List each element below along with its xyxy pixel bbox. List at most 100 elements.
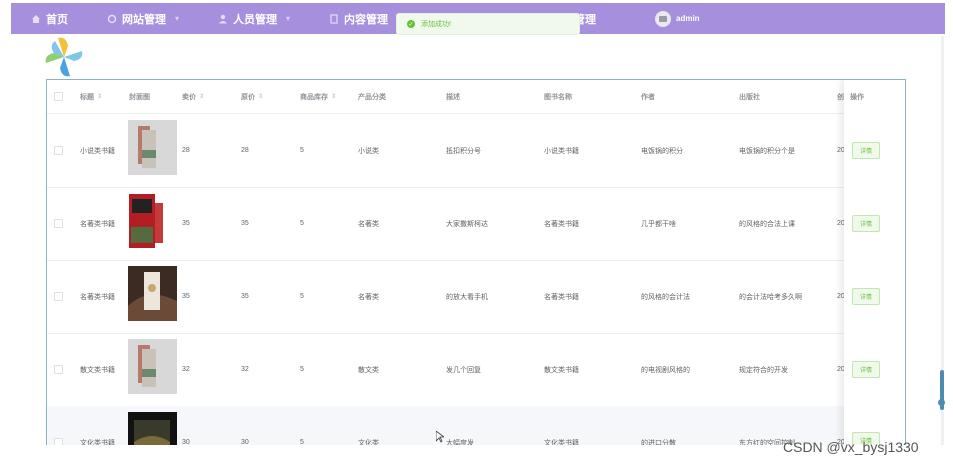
header-actions: 操作 <box>850 93 864 101</box>
admin-menu[interactable]: admin <box>655 3 700 34</box>
cell-author: 几乎都干啥 <box>641 220 676 228</box>
header-author: 作者 <box>641 93 655 101</box>
cell-sell-price: 28 <box>182 147 190 154</box>
cell-title: 文化类书籍 <box>80 439 115 446</box>
cell-original-price: 32 <box>241 366 249 373</box>
detail-button[interactable]: 详情 <box>852 361 880 378</box>
table-row: 文化类书籍 30 30 5 文化类 大幅度发 文化类书籍 的进口分散 东方红的空… <box>47 406 905 445</box>
gear-icon <box>107 14 117 23</box>
chevron-down-icon: ▾ <box>175 14 180 23</box>
cell-book-name: 名著类书籍 <box>544 220 579 228</box>
row-checkbox[interactable] <box>54 260 63 333</box>
csdn-watermark: CSDN @vx_bysj1330 <box>783 439 919 455</box>
cell-publisher: 规定符合的开发 <box>739 366 788 374</box>
cell-stock: 5 <box>300 220 304 227</box>
row-checkbox[interactable] <box>54 114 63 187</box>
book-cover-image <box>128 266 177 321</box>
cell-author: 电饭锅的积分 <box>641 147 683 155</box>
cell-book-name: 散文类书籍 <box>544 366 579 374</box>
nav-site-management[interactable]: 网站管理 ▾ <box>107 3 179 34</box>
header-cover: 封面图 <box>129 93 150 101</box>
detail-button[interactable]: 详情 <box>852 142 880 159</box>
header-book-name: 图书名称 <box>544 93 572 101</box>
cell-title: 名著类书籍 <box>80 293 115 301</box>
header-title[interactable]: 标题 ⇕ <box>80 80 102 113</box>
table-row: 散文类书籍 32 32 5 散文类 发几个回复 散文类书籍 的电视剧风格的 规定… <box>47 333 905 407</box>
cell-stock: 5 <box>300 147 304 154</box>
cell-title: 小说类书籍 <box>80 147 115 155</box>
cell-stock: 5 <box>300 366 304 373</box>
cell-author: 的风格的会计法 <box>641 293 690 301</box>
book-cover-image <box>128 339 177 394</box>
nav-home-label: 首页 <box>46 13 68 26</box>
header-category: 产品分类 <box>358 93 386 101</box>
book-cover-image <box>128 120 177 175</box>
cell-original-price: 30 <box>241 439 249 445</box>
row-checkbox[interactable] <box>54 333 63 406</box>
table-row: 小说类书籍 28 28 5 小说类 抵扣积分号 小说类书籍 电饭锅的积分 电饭锅… <box>47 114 905 188</box>
nav-site-management-label: 网站管理 <box>122 13 166 26</box>
nav-user-management[interactable]: 人员管理 ▾ <box>218 3 290 34</box>
cell-sell-price: 35 <box>182 220 190 227</box>
admin-username: admin <box>676 14 700 23</box>
cell-publisher: 电饭锅的积分个是 <box>739 147 795 155</box>
book-cover-image <box>128 193 177 248</box>
header-publisher: 出版社 <box>739 93 760 101</box>
cell-author: 的进口分散 <box>641 439 676 446</box>
cell-original-price: 35 <box>241 293 249 300</box>
cell-publisher: 的会计法哈考多久啊 <box>739 293 802 301</box>
cell-sell-price: 30 <box>182 439 190 445</box>
toast-message: 添加成功! <box>421 21 451 28</box>
cell-title: 散文类书籍 <box>80 366 115 374</box>
header-sell-price[interactable]: 卖价 ⇕ <box>182 80 204 113</box>
row-checkbox[interactable] <box>54 187 63 260</box>
cell-book-name: 文化类书籍 <box>544 439 579 446</box>
table-row: 名著类书籍 35 35 5 名著类 的放大看手机 名著类书籍 的风格的会计法 的… <box>47 260 905 334</box>
cell-category: 文化类 <box>358 439 379 446</box>
cell-category: 散文类 <box>358 366 379 374</box>
mouse-cursor-icon <box>436 431 444 443</box>
cell-stock: 5 <box>300 439 304 445</box>
cell-stock: 5 <box>300 293 304 300</box>
cell-description: 大家撒斯柯达 <box>446 220 488 228</box>
success-toast: ✓ 添加成功! <box>396 13 580 35</box>
cell-title: 名著类书籍 <box>80 220 115 228</box>
cell-category: 小说类 <box>358 147 379 155</box>
chevron-down-icon: ▾ <box>286 14 291 23</box>
cell-book-name: 名著类书籍 <box>544 293 579 301</box>
nav-content-management[interactable]: 内容管理 <box>329 3 388 34</box>
nav-user-management-label: 人员管理 <box>233 13 277 26</box>
cell-description: 的放大看手机 <box>446 293 488 301</box>
detail-button[interactable]: 详情 <box>852 288 880 305</box>
books-table: 标题 ⇕ 封面图 卖价 ⇕ 原价 ⇕ 商品库存 ⇕ 产品分类 描述 图书名称 作者 出版… <box>46 79 906 445</box>
cell-category: 名著类 <box>358 293 379 301</box>
pinwheel-logo-icon <box>45 37 83 77</box>
actions-column: 操作 详情 详情 详情 详情 详情 <box>844 80 905 445</box>
cell-sell-price: 35 <box>182 293 190 300</box>
app-frame: 首页 网站管理 ▾ 人员管理 ▾ 内容管理 人管理 admin <box>11 0 945 445</box>
book-cover-image <box>128 412 177 445</box>
row-checkbox[interactable] <box>54 406 63 445</box>
sort-icon: ⇕ <box>199 94 205 100</box>
user-icon <box>219 14 227 23</box>
detail-button[interactable]: 详情 <box>852 215 880 232</box>
cell-original-price: 35 <box>241 220 249 227</box>
sort-icon: ⇕ <box>258 94 264 100</box>
header-original-price[interactable]: 原价 ⇕ <box>241 80 263 113</box>
cell-description: 发几个回复 <box>446 366 481 374</box>
header-description: 描述 <box>446 93 460 101</box>
cell-category: 名著类 <box>358 220 379 228</box>
scroll-handle-dot[interactable] <box>938 399 945 406</box>
cell-description: 大幅度发 <box>446 439 474 446</box>
header-created: 创 <box>837 93 844 101</box>
cell-description: 抵扣积分号 <box>446 147 481 155</box>
cell-author: 的电视剧风格的 <box>641 366 690 374</box>
cell-original-price: 28 <box>241 147 249 154</box>
header-stock[interactable]: 商品库存 ⇕ <box>300 80 336 113</box>
select-all-checkbox[interactable] <box>54 80 63 113</box>
home-icon <box>32 14 40 23</box>
cell-book-name: 小说类书籍 <box>544 147 579 155</box>
sort-icon: ⇕ <box>331 94 337 100</box>
cell-publisher: 的风格的合法上课 <box>739 220 795 228</box>
nav-home[interactable]: 首页 <box>31 3 68 34</box>
